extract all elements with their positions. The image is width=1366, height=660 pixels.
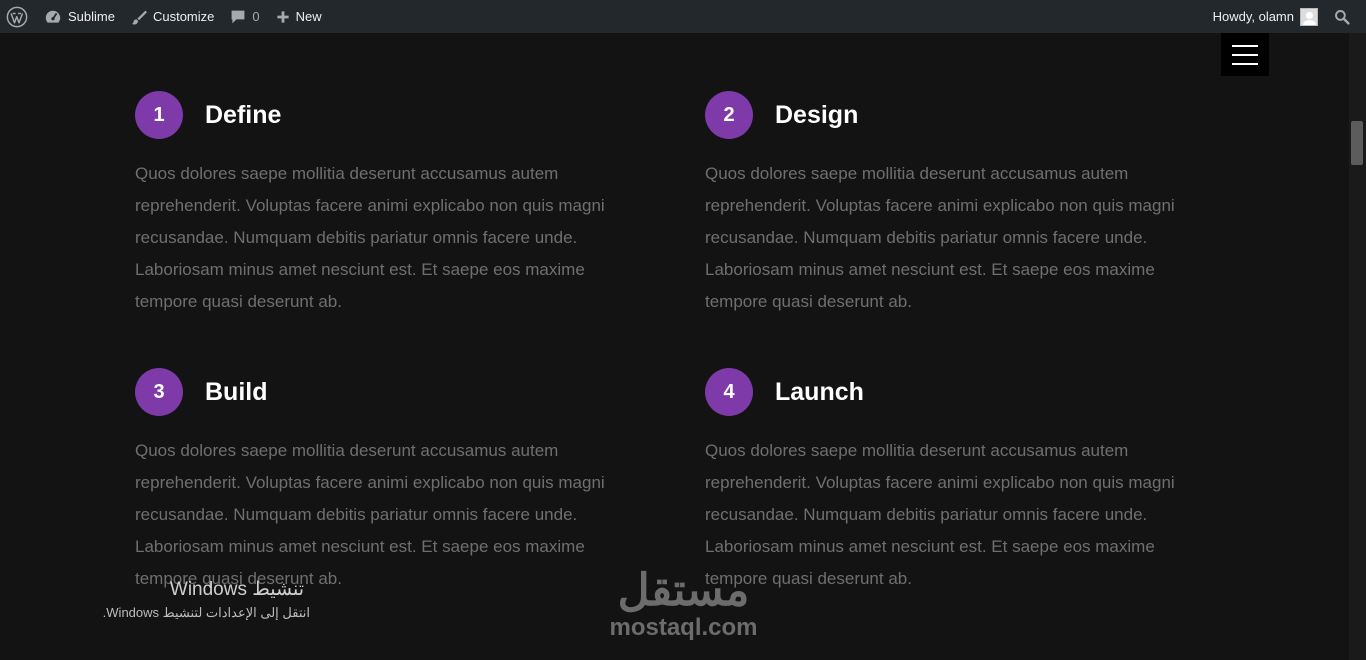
avatar [1300,7,1318,26]
windows-activation-notice: تنشيط Windows انتقل إلى الإعدادات لتنشيط… [60,578,310,621]
hamburger-menu-button[interactable] [1221,33,1269,76]
customize-label: Customize [152,9,215,24]
site-name: Sublime [68,9,115,24]
step-header: 1 Define [135,91,635,139]
wordpress-icon [6,6,28,27]
watermark-arabic: مستقل [617,566,750,615]
activation-title: تنشيط Windows [169,579,304,600]
step-description: Quos dolores saepe mollitia deserunt acc… [705,441,1175,588]
step-title: Design [775,100,859,129]
step-header: 4 Launch [705,368,1205,416]
wordpress-menu[interactable] [0,0,36,33]
step-description: Quos dolores saepe mollitia deserunt acc… [135,164,605,311]
step-description: Quos dolores saepe mollitia deserunt acc… [135,441,605,588]
step-design: 2 Design Quos dolores saepe mollitia des… [705,91,1205,318]
step-build: 3 Build Quos dolores saepe mollitia dese… [135,368,635,595]
customize-link[interactable]: Customize [123,0,222,33]
comments-count: 0 [252,9,260,24]
scrollbar-thumb[interactable] [1351,121,1363,165]
comments-link[interactable]: 0 [222,0,267,33]
site-name-menu[interactable]: Sublime [36,0,123,33]
hamburger-line [1232,53,1258,56]
plus-icon [277,10,289,23]
step-define: 1 Define Quos dolores saepe mollitia des… [135,91,635,318]
my-account-menu[interactable]: Howdy, olamn [1205,0,1328,33]
mostaql-watermark: مستقل mostaql.com [596,566,771,642]
step-launch: 4 Launch Quos dolores saepe mollitia des… [705,368,1205,595]
step-title: Define [205,100,282,129]
step-description: Quos dolores saepe mollitia deserunt acc… [705,164,1175,311]
howdy-text: Howdy, olamn [1212,9,1294,24]
activation-subtitle: انتقل إلى الإعدادات لتنشيط Windows. [102,605,310,620]
hamburger-line [1232,44,1258,47]
step-title: Launch [775,377,864,406]
new-content-menu[interactable]: New [268,0,330,33]
watermark-latin: mostaql.com [609,614,758,641]
step-title: Build [205,377,268,406]
paintbrush-icon [131,10,147,24]
search-button[interactable] [1328,0,1366,33]
comment-icon [231,10,245,23]
step-number-badge: 3 [135,368,183,416]
dashboard-icon [45,10,61,23]
step-number-badge: 1 [135,91,183,139]
step-header: 2 Design [705,91,1205,139]
hamburger-line [1232,62,1258,65]
search-icon [1335,9,1350,25]
step-header: 3 Build [135,368,635,416]
step-number-badge: 2 [705,91,753,139]
admin-bar: Sublime Customize 0 New Howdy, olamn [0,0,1366,33]
new-label: New [295,9,322,24]
page-scrollbar[interactable] [1349,33,1366,660]
step-number-badge: 4 [705,368,753,416]
